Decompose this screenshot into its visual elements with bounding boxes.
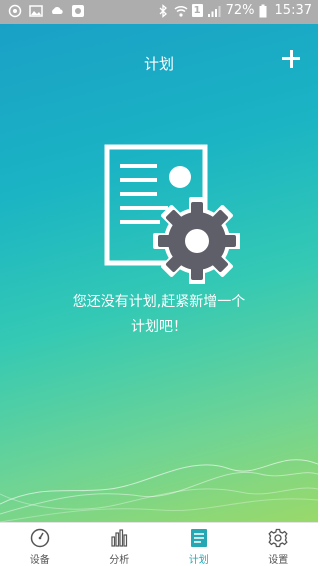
empty-message-line2: 计划吧！ bbox=[131, 319, 187, 335]
wifi-icon bbox=[174, 4, 188, 18]
tab-devices[interactable]: 设备 bbox=[0, 523, 80, 566]
signal-icon bbox=[207, 4, 221, 18]
cloud-icon bbox=[50, 4, 64, 18]
clock: 15:37 bbox=[274, 3, 312, 18]
image-icon bbox=[29, 4, 43, 18]
page-title: 计划 bbox=[143, 55, 174, 73]
empty-state-message: 您还没有计划,赶紧新增一个 计划吧！ bbox=[0, 290, 318, 340]
app-notification-icon bbox=[71, 4, 85, 18]
tab-label: 设备 bbox=[29, 555, 50, 566]
tab-label: 分析 bbox=[109, 555, 130, 566]
tab-plan[interactable]: 计划 bbox=[159, 523, 239, 566]
gear-icon bbox=[268, 528, 288, 548]
dashboard-icon bbox=[30, 528, 49, 548]
tab-analysis[interactable]: 分析 bbox=[80, 523, 160, 566]
plan-page: 计划 您还没有计划,赶紧新增一个 计划吧！ bbox=[0, 24, 318, 522]
tab-settings[interactable]: 设置 bbox=[239, 523, 319, 566]
bluetooth-icon bbox=[156, 3, 170, 18]
empty-message-line1: 您还没有计划,赶紧新增一个 bbox=[72, 294, 246, 310]
tab-label: 设置 bbox=[268, 555, 289, 566]
plan-settings-icon bbox=[104, 144, 240, 284]
decorative-waves bbox=[0, 459, 318, 522]
battery-percent: 72% bbox=[225, 3, 255, 18]
status-bar: 1 72% 15:37 bbox=[0, 0, 318, 24]
sim-icon: 1 bbox=[191, 4, 203, 17]
bar-chart-icon bbox=[111, 529, 128, 547]
battery-icon bbox=[259, 4, 267, 18]
add-plan-button[interactable] bbox=[282, 48, 304, 70]
plan-icon bbox=[190, 529, 207, 547]
tab-label: 计划 bbox=[188, 555, 209, 566]
sync-icon bbox=[8, 4, 22, 18]
bottom-tab-bar: 设备 分析 计划 设置 bbox=[0, 522, 318, 566]
